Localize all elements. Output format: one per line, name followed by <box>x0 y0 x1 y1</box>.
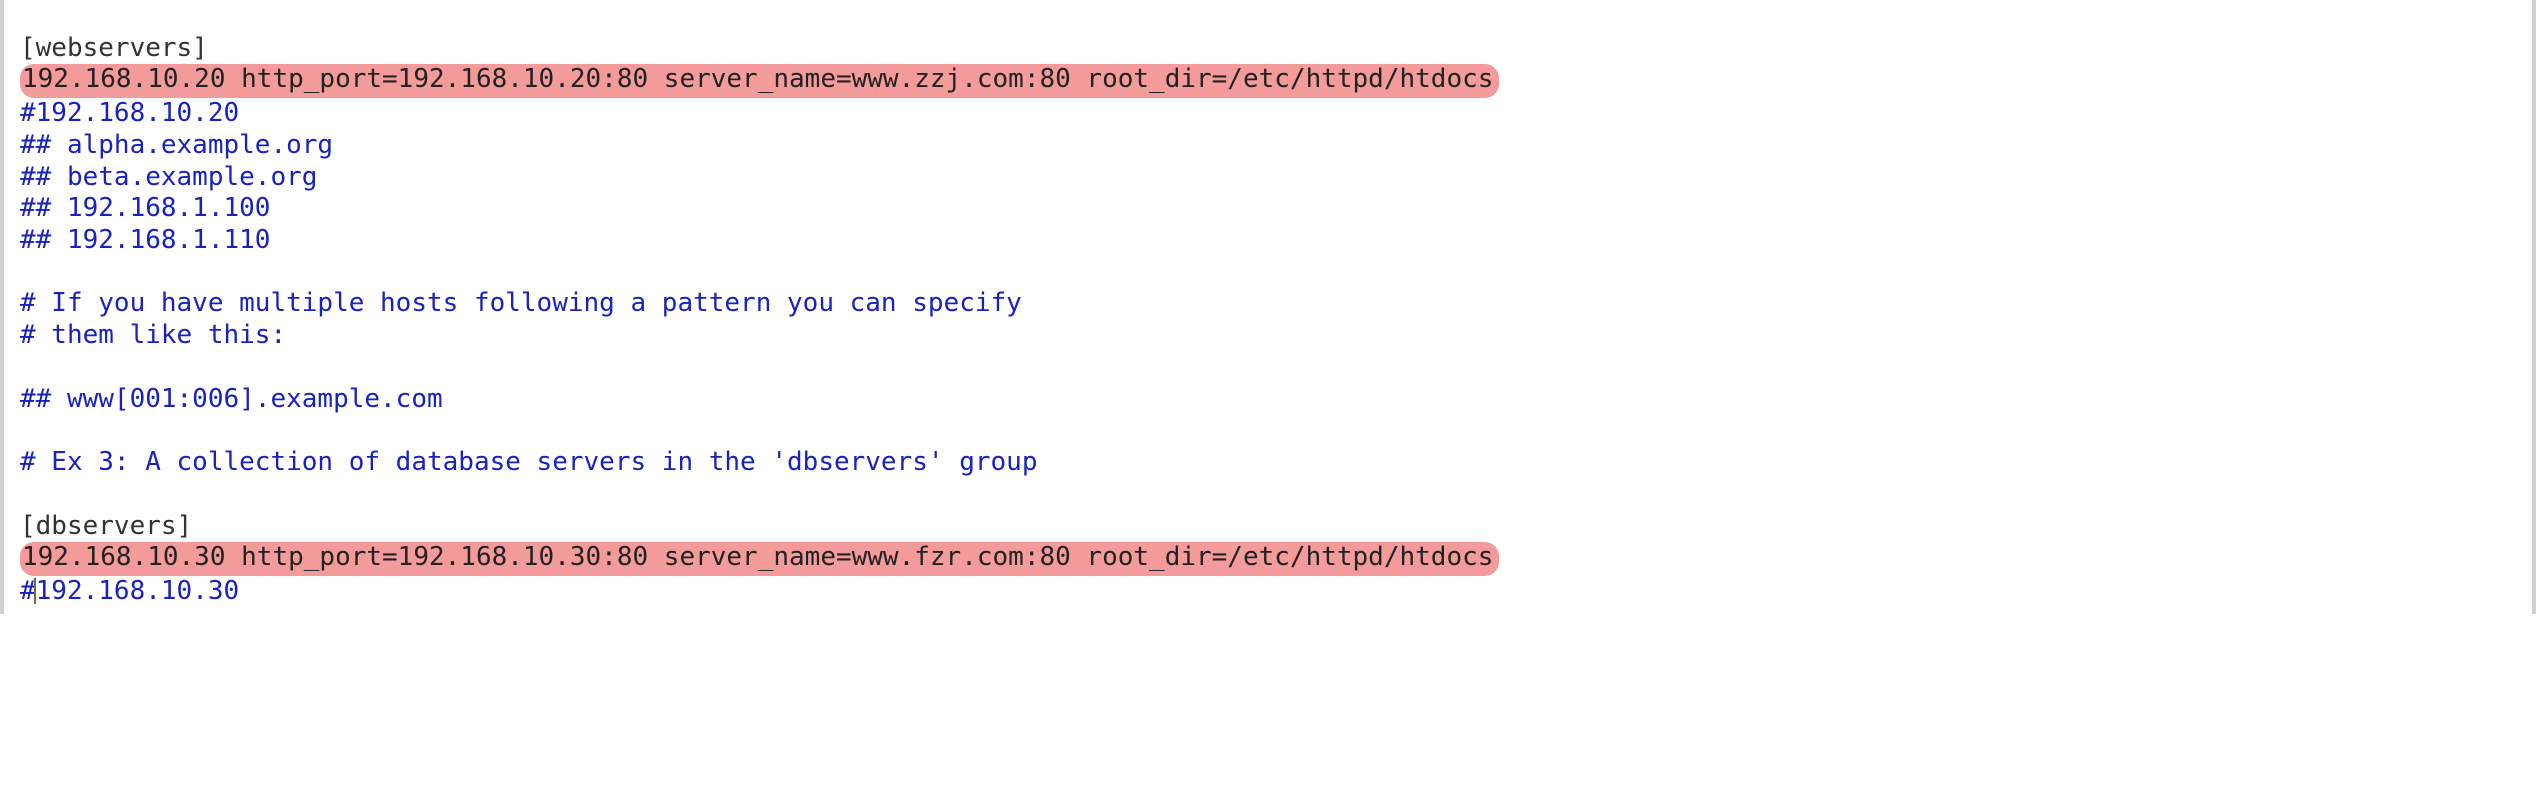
comment-line: # them like this: <box>20 320 286 350</box>
code-line: [webservers] <box>20 33 208 63</box>
comment-line: ## 192.168.1.100 <box>20 193 270 223</box>
comment-text: 192.168.10.30 <box>36 576 240 606</box>
comment-line: ## 192.168.1.110 <box>20 225 270 255</box>
comment-line: # Ex 3: A collection of database servers… <box>20 447 1037 477</box>
code-line: [dbservers] <box>20 511 192 541</box>
comment-line: ## www[001:006].example.com <box>20 384 443 414</box>
comment-line: ## beta.example.org <box>20 162 317 192</box>
comment-line: #192.168.10.20 <box>20 98 239 128</box>
comment-line: ## alpha.example.org <box>20 130 333 160</box>
highlighted-line: 192.168.10.20 http_port=192.168.10.20:80… <box>20 64 1499 98</box>
hash: # <box>20 576 36 606</box>
comment-line: #192.168.10.30 <box>20 576 239 606</box>
highlighted-line: 192.168.10.30 http_port=192.168.10.30:80… <box>20 542 1499 576</box>
code-block[interactable]: [webservers] 192.168.10.20 http_port=192… <box>0 0 2536 614</box>
comment-line: # If you have multiple hosts following a… <box>20 288 1022 318</box>
